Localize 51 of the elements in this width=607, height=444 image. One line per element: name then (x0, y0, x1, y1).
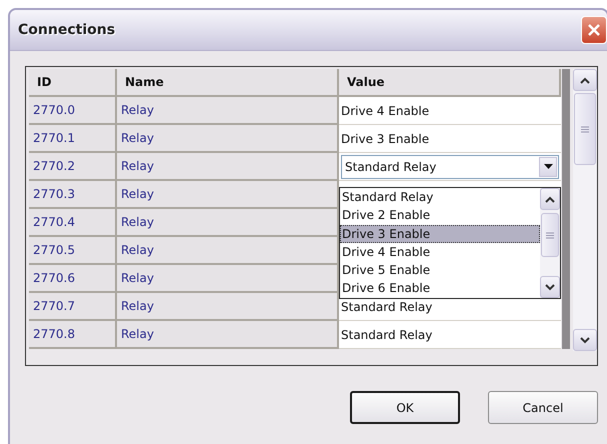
table-cell: Relay (117, 237, 339, 265)
chevron-down-icon (580, 336, 590, 344)
table-cell: 2770.0 (29, 97, 117, 125)
dropdown-option[interactable]: Drive 3 Enable (340, 224, 540, 243)
grip-icon (546, 232, 554, 238)
caret-icon (544, 164, 552, 169)
value-dropdown[interactable]: Standard Relay (341, 154, 559, 178)
dropdown-option[interactable]: Standard Relay (340, 188, 540, 206)
table-cell: 2770.5 (29, 237, 117, 265)
column-header[interactable]: ID (29, 69, 117, 97)
table-cell: 2770.1 (29, 125, 117, 153)
dialog-button[interactable]: OK (350, 391, 460, 424)
grip-icon (581, 126, 589, 132)
window-title: Connections (18, 22, 116, 38)
table-cell: 2770.4 (29, 209, 117, 237)
dropdown-option[interactable]: Drive 2 Enable (340, 206, 540, 225)
scroll-up-button[interactable] (540, 188, 560, 210)
table-cell: Relay (117, 97, 339, 125)
table-cell: Relay (117, 321, 339, 349)
column-header[interactable]: Value (339, 69, 561, 97)
scroll-down-button[interactable] (573, 329, 597, 351)
table-cell: 2770.8 (29, 321, 117, 349)
scroll-up-button[interactable] (573, 69, 597, 91)
chevron-up-icon (545, 196, 555, 202)
table-cell: 2770.3 (29, 181, 117, 209)
table-cell: Relay (117, 293, 339, 321)
column-header[interactable]: Name (117, 69, 339, 97)
table-cell: Relay (117, 265, 339, 293)
table-cell: Relay (117, 125, 339, 153)
dropdown-option[interactable]: Drive 5 Enable (340, 261, 540, 280)
scrollbar[interactable] (540, 188, 560, 298)
dropdown-button[interactable] (539, 156, 557, 176)
table-cell: Relay (117, 181, 339, 209)
table-cell: 2770.6 (29, 265, 117, 293)
chevron-up-icon (580, 76, 590, 84)
table-cell: Standard Relay (339, 321, 561, 349)
table-cell: Drive 3 Enable (339, 125, 561, 153)
table-cell: Relay (117, 153, 339, 181)
scroll-thumb[interactable] (574, 93, 596, 165)
table-cell: 2770.7 (29, 293, 117, 321)
scrollbar[interactable] (573, 69, 597, 351)
scroll-thumb[interactable] (541, 213, 559, 257)
table-cell: 2770.2 (29, 153, 117, 181)
close-icon (587, 23, 601, 37)
dialog-button[interactable]: Cancel (488, 391, 598, 424)
scroll-down-button[interactable] (540, 276, 560, 298)
dropdown-option[interactable]: Drive 4 Enable (340, 242, 540, 262)
chevron-down-icon (545, 284, 555, 290)
close-button[interactable] (581, 16, 607, 44)
table-cell: Drive 4 Enable (339, 97, 561, 125)
table-cell: Relay (117, 209, 339, 237)
